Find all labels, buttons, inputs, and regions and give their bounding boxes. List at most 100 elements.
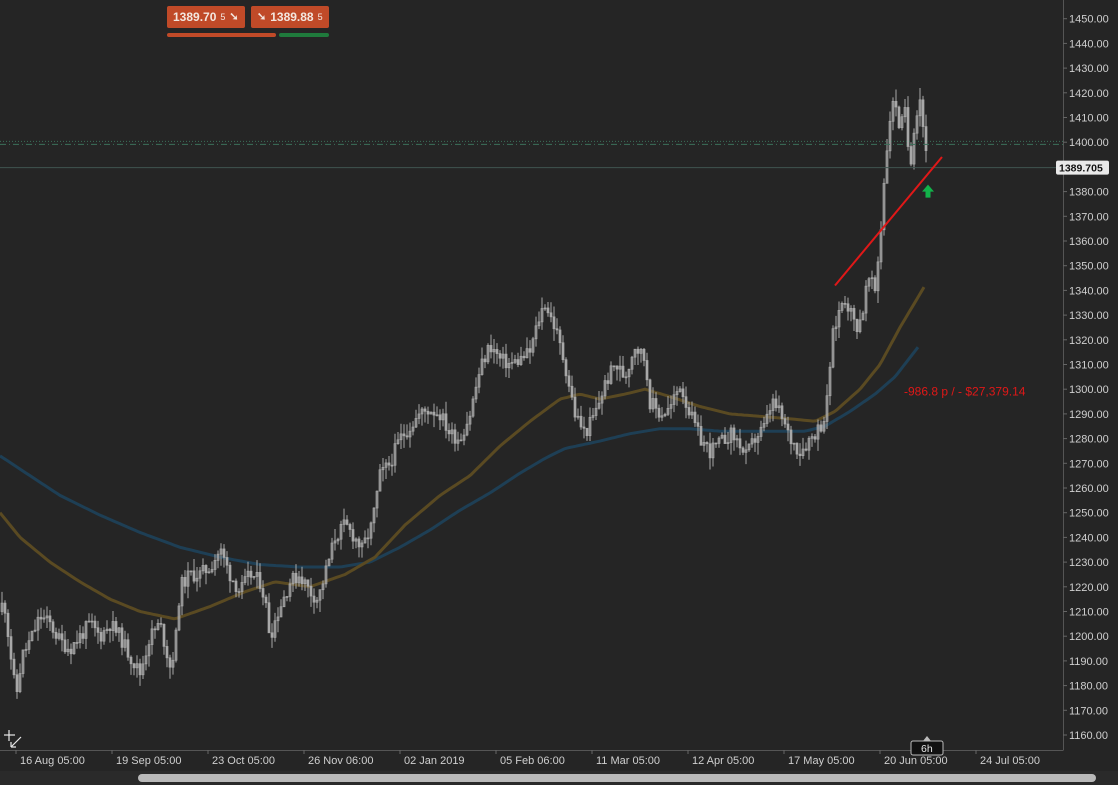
candle-body bbox=[894, 100, 898, 108]
candle-body bbox=[366, 537, 370, 540]
time-tick-label: 20 Jun 05:00 bbox=[884, 755, 948, 767]
candle-body bbox=[228, 564, 232, 582]
candle-body bbox=[426, 410, 430, 415]
candle-body bbox=[705, 442, 709, 445]
price-tick-label: 1170.00 bbox=[1069, 705, 1108, 717]
candle-body bbox=[51, 621, 55, 633]
candle-body bbox=[12, 658, 16, 676]
candle-body bbox=[780, 405, 784, 419]
candle-body bbox=[93, 620, 97, 629]
candle-body bbox=[573, 396, 577, 418]
price-tick-label: 1400.00 bbox=[1069, 137, 1109, 149]
candle-body bbox=[654, 398, 658, 409]
price-tick-label: 1230.00 bbox=[1069, 557, 1109, 569]
price-tick-label: 1270.00 bbox=[1069, 458, 1109, 470]
timeframe-label: 6h bbox=[921, 743, 933, 755]
candle-body bbox=[129, 656, 133, 665]
candle-body bbox=[549, 312, 553, 318]
price-tick-label: 1250.00 bbox=[1069, 508, 1109, 520]
candle-body bbox=[459, 439, 463, 442]
candle-body bbox=[114, 621, 118, 633]
price-tick-label: 1320.00 bbox=[1069, 335, 1109, 347]
horizontal-scrollbar[interactable] bbox=[0, 771, 1118, 785]
candle-body bbox=[645, 360, 649, 381]
price-chart[interactable]: -986.8 p / - $27,379.14 1160.00 1170.00 11… bbox=[0, 0, 1118, 785]
sell-price: 1389.70 bbox=[173, 10, 217, 24]
candle-body bbox=[432, 411, 436, 416]
candle-body bbox=[528, 348, 532, 353]
candle-body bbox=[606, 380, 610, 384]
candle-body bbox=[249, 570, 253, 578]
arrow-down-right-icon: ➘ bbox=[257, 11, 267, 23]
price-tick-label: 1210.00 bbox=[1069, 607, 1109, 619]
candle-body bbox=[564, 359, 568, 377]
candle-body bbox=[498, 353, 502, 359]
candle-body bbox=[357, 538, 361, 548]
candle-body bbox=[261, 588, 265, 598]
candle-body bbox=[657, 407, 661, 418]
candle-body bbox=[345, 519, 349, 525]
sell-price-suffix: 5 bbox=[220, 12, 226, 22]
candle-body bbox=[843, 303, 847, 305]
candle-body bbox=[63, 639, 67, 653]
candle-body bbox=[846, 303, 850, 312]
candle-body bbox=[636, 348, 640, 354]
candle-body bbox=[615, 365, 619, 370]
price-tick-label: 1410.00 bbox=[1069, 113, 1109, 125]
time-tick-label: 26 Nov 06:00 bbox=[308, 755, 373, 767]
candle-body bbox=[165, 646, 169, 659]
candle-body bbox=[39, 616, 43, 620]
arrow-down-right-icon: ➘ bbox=[229, 11, 239, 23]
candle-body bbox=[81, 633, 85, 639]
price-tick-label: 1350.00 bbox=[1069, 261, 1109, 273]
buy-quote-button[interactable]: ➘ 1389.88 5 bbox=[251, 6, 329, 28]
candle-body bbox=[138, 663, 142, 676]
candle-body bbox=[69, 648, 73, 655]
price-tick-label: 1440.00 bbox=[1069, 38, 1109, 50]
price-tick-label: 1200.00 bbox=[1069, 631, 1109, 643]
candle-body bbox=[231, 580, 235, 583]
price-tick-label: 1370.00 bbox=[1069, 211, 1109, 223]
candle-body bbox=[585, 427, 589, 437]
candle-body bbox=[60, 633, 64, 641]
candle-body bbox=[15, 674, 19, 692]
candle-body bbox=[183, 577, 187, 587]
candle-body bbox=[924, 126, 928, 151]
candle-body bbox=[786, 423, 790, 431]
candle-body bbox=[570, 385, 574, 398]
candle-body bbox=[612, 365, 616, 368]
candle-body bbox=[264, 596, 268, 604]
price-tick-label: 1330.00 bbox=[1069, 310, 1109, 322]
candle-body bbox=[192, 570, 196, 582]
candle-body bbox=[546, 307, 550, 314]
candle-body bbox=[132, 663, 136, 669]
candle-body bbox=[699, 426, 703, 446]
candle-body bbox=[75, 642, 79, 644]
scrollbar-thumb[interactable] bbox=[138, 774, 1096, 782]
candle-body bbox=[48, 615, 52, 623]
buy-volume-bar bbox=[279, 33, 329, 37]
time-tick-label: 02 Jan 2019 bbox=[404, 755, 465, 767]
candle-body bbox=[819, 424, 823, 432]
candle-body bbox=[204, 565, 208, 574]
candle-body bbox=[126, 639, 130, 658]
price-tick-label: 1430.00 bbox=[1069, 63, 1109, 75]
candle-body bbox=[798, 453, 802, 457]
candle-body bbox=[696, 422, 700, 427]
candle-body bbox=[489, 345, 493, 353]
candle-body bbox=[453, 429, 457, 444]
candle-body bbox=[9, 636, 13, 660]
candle-body bbox=[909, 146, 913, 165]
candle-body bbox=[402, 433, 406, 437]
candle-body bbox=[351, 529, 355, 542]
price-tick-label: 1450.00 bbox=[1069, 14, 1109, 26]
current-price-label: 1389.705 bbox=[1059, 163, 1103, 175]
time-tick-label: 11 Mar 05:00 bbox=[596, 755, 660, 767]
sell-quote-button[interactable]: 1389.70 5 ➘ bbox=[167, 6, 245, 28]
candle-body bbox=[108, 628, 112, 631]
candle-body bbox=[495, 349, 499, 354]
candle-body bbox=[804, 448, 808, 451]
candle-body bbox=[552, 316, 556, 330]
time-tick-label: 17 May 05:00 bbox=[788, 755, 855, 767]
candle-body bbox=[387, 462, 391, 466]
